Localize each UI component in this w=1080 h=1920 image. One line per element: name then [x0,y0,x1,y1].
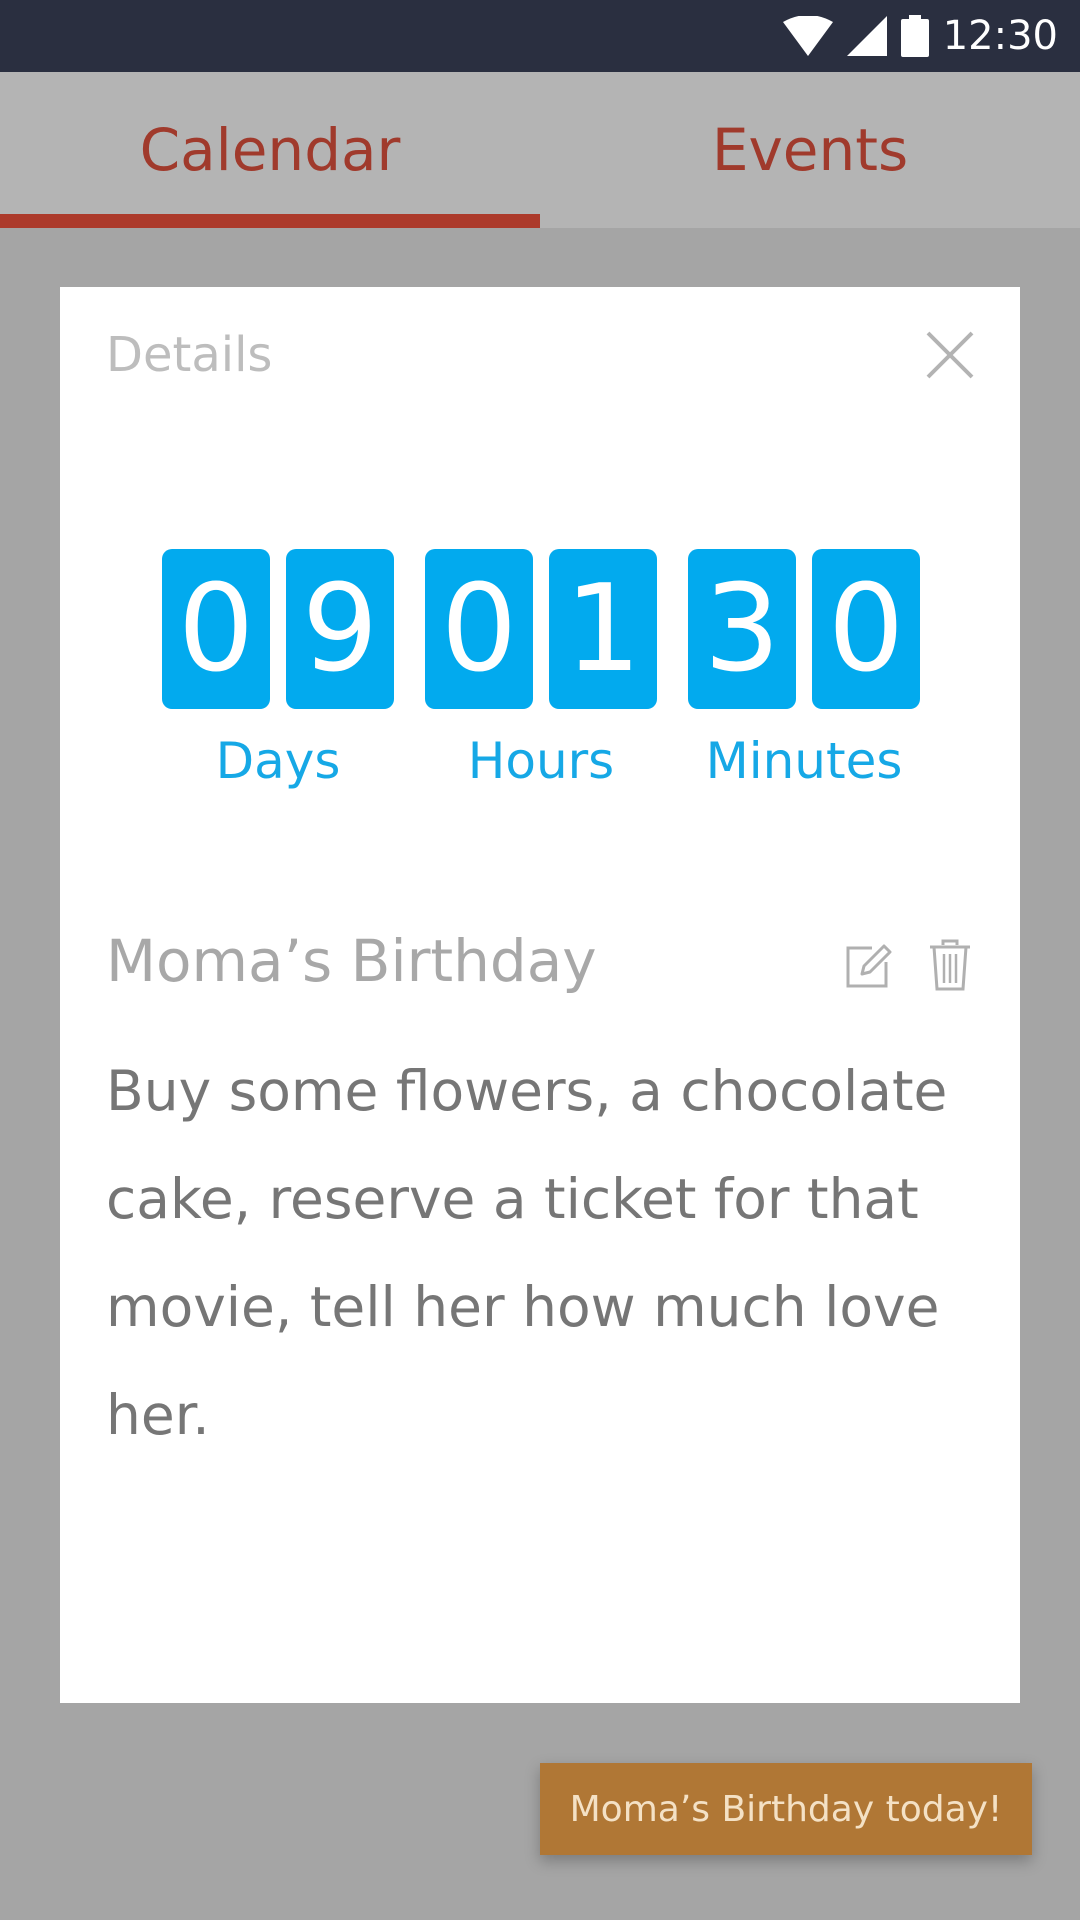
toast-text: Moma’s Birthday today! [569,1788,1003,1830]
tab-indicator [0,214,540,228]
dialog-title: Details [106,327,273,383]
close-icon [926,331,974,379]
signal-icon [846,16,887,56]
battery-icon [900,15,929,57]
tab-events-label: Events [711,116,909,184]
event-title: Moma’s Birthday [106,927,597,995]
close-button[interactable] [922,327,978,383]
hours-label: Hours [467,732,615,790]
days-label: Days [215,732,341,790]
countdown-digit: 3 [688,549,796,709]
edit-icon [846,944,892,988]
countdown-timer: 0 9 0 1 3 0 [162,549,922,709]
trash-icon [930,939,970,991]
countdown-digit: 0 [162,549,270,709]
delete-button[interactable] [928,939,972,991]
details-dialog: Details 0 9 0 1 3 0 Days Hours Minutes M… [60,287,1020,1703]
countdown-digit: 0 [812,549,920,709]
status-time: 12:30 [942,13,1058,59]
event-description: Buy some flowers, a chocolate cake, rese… [106,1059,948,1447]
countdown-digit: 1 [549,549,657,709]
birthday-toast[interactable]: Moma’s Birthday today! [540,1763,1032,1855]
edit-button[interactable] [842,940,894,992]
countdown-digit: 0 [425,549,533,709]
tab-calendar-label: Calendar [139,116,401,184]
minutes-label: Minutes [705,732,903,790]
status-bar: 12:30 [0,0,1080,72]
status-icons: 12:30 [782,0,1058,72]
tab-bar: Calendar Events [0,72,1080,228]
countdown-digit: 9 [286,549,394,709]
wifi-icon [782,16,833,56]
tab-calendar[interactable]: Calendar [0,72,540,228]
tab-events[interactable]: Events [540,72,1080,228]
